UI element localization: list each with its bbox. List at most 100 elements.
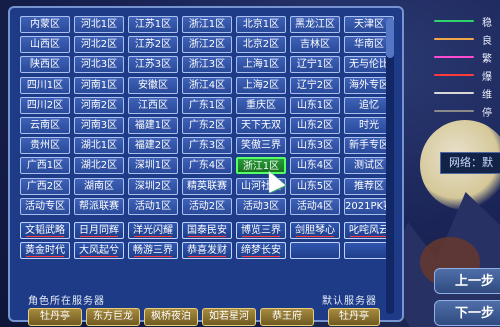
server-button[interactable]: 江苏3区 bbox=[128, 56, 178, 74]
server-button[interactable]: 四川1区 bbox=[20, 76, 70, 94]
server-button[interactable]: 浙江2区 bbox=[182, 36, 232, 54]
default-server-button[interactable]: 牡丹亭 bbox=[328, 308, 380, 326]
server-button[interactable]: 广东2区 bbox=[182, 117, 232, 134]
server-button[interactable]: 文韬武略 bbox=[20, 222, 70, 239]
server-button[interactable]: 广西2区 bbox=[20, 177, 70, 195]
server-button-empty[interactable] bbox=[290, 242, 340, 260]
scrollbar-thumb[interactable] bbox=[386, 18, 394, 58]
server-button[interactable]: 深圳2区 bbox=[128, 177, 178, 195]
recommend-underline bbox=[188, 256, 226, 258]
server-button[interactable]: 天下无双 bbox=[236, 117, 286, 134]
network-label: 网络：默 bbox=[440, 152, 500, 174]
role-server-button[interactable]: 枫桥夜泊 bbox=[144, 308, 198, 326]
server-button[interactable]: 缔梦长安 bbox=[236, 242, 286, 260]
server-button[interactable]: 湖南区 bbox=[74, 177, 124, 195]
server-button[interactable]: 山东2区 bbox=[290, 117, 340, 134]
legend-label: 停 bbox=[482, 108, 492, 119]
server-button[interactable]: 活动2区 bbox=[182, 197, 232, 215]
next-step-button[interactable]: 下一步 bbox=[434, 300, 500, 326]
server-button[interactable]: 活动4区 bbox=[290, 197, 340, 215]
server-button[interactable]: 河南1区 bbox=[74, 76, 124, 94]
server-button[interactable]: 广东3区 bbox=[182, 137, 232, 155]
legend-row: 停 bbox=[428, 104, 500, 119]
server-button[interactable]: 国泰民安 bbox=[182, 222, 232, 239]
server-button[interactable]: 恭喜发财 bbox=[182, 242, 232, 260]
server-button[interactable]: 江苏1区 bbox=[128, 16, 178, 33]
server-button[interactable]: 贵州区 bbox=[20, 137, 70, 155]
server-button[interactable]: 辽宁1区 bbox=[290, 56, 340, 74]
server-button[interactable]: 河南3区 bbox=[74, 117, 124, 134]
server-button[interactable]: 黑龙江区 bbox=[290, 16, 340, 33]
server-button[interactable]: 四川2区 bbox=[20, 96, 70, 114]
server-button[interactable]: 山东1区 bbox=[290, 96, 340, 114]
role-server-button[interactable]: 恭王府 bbox=[260, 308, 314, 326]
server-button[interactable]: 北京2区 bbox=[236, 36, 286, 54]
server-button[interactable]: 福建1区 bbox=[128, 117, 178, 134]
server-button[interactable]: 活动专区 bbox=[20, 197, 70, 215]
legend-label: 良 bbox=[482, 36, 492, 47]
server-button[interactable]: 江苏2区 bbox=[128, 36, 178, 54]
server-button[interactable]: 安徽区 bbox=[128, 76, 178, 94]
recommend-underline bbox=[188, 236, 226, 237]
server-button[interactable]: 笑傲三界 bbox=[236, 137, 286, 155]
server-button[interactable]: 河北1区 bbox=[74, 16, 124, 33]
default-server-caption: 默认服务器 bbox=[322, 296, 377, 307]
legend-line bbox=[434, 74, 474, 76]
previous-step-button[interactable]: 上一步 bbox=[434, 268, 500, 294]
server-button[interactable]: 浙江1区 bbox=[182, 16, 232, 33]
server-button[interactable]: 活动3区 bbox=[236, 197, 286, 215]
legend-line bbox=[434, 92, 474, 94]
server-button[interactable]: 广东4区 bbox=[182, 157, 232, 175]
role-server-button[interactable]: 如若星河 bbox=[202, 308, 256, 326]
server-button[interactable]: 河南2区 bbox=[74, 96, 124, 114]
server-list-scrollbar[interactable] bbox=[386, 18, 394, 314]
server-button[interactable]: 黄金时代 bbox=[20, 242, 70, 260]
server-button[interactable]: 山东5区 bbox=[290, 177, 340, 195]
server-button[interactable]: 北京1区 bbox=[236, 16, 286, 33]
server-button[interactable]: 洋光闪耀 bbox=[128, 222, 178, 239]
server-button[interactable]: 浙江4区 bbox=[182, 76, 232, 94]
server-button[interactable]: 山东3区 bbox=[290, 137, 340, 155]
server-button[interactable]: 福建2区 bbox=[128, 137, 178, 155]
role-server-button[interactable]: 牡丹亭 bbox=[28, 308, 82, 326]
server-button[interactable]: 吉林区 bbox=[290, 36, 340, 54]
server-button[interactable]: 博览三界 bbox=[236, 222, 286, 239]
server-button[interactable]: 重庆区 bbox=[236, 96, 286, 114]
legend-row: 维 bbox=[428, 86, 500, 101]
recommend-underline bbox=[80, 256, 118, 258]
server-button[interactable]: 江西区 bbox=[128, 96, 178, 114]
server-button[interactable]: 广东1区 bbox=[182, 96, 232, 114]
server-button[interactable]: 上海1区 bbox=[236, 56, 286, 74]
server-button[interactable]: 浙江3区 bbox=[182, 56, 232, 74]
server-status-legend: 稳良繁爆维停 bbox=[428, 0, 500, 120]
legend-label: 稳 bbox=[482, 18, 492, 29]
server-button[interactable]: 深圳1区 bbox=[128, 157, 178, 175]
server-button[interactable]: 湖北2区 bbox=[74, 157, 124, 175]
legend-label: 爆 bbox=[482, 72, 492, 83]
server-button[interactable]: 河北3区 bbox=[74, 56, 124, 74]
server-button[interactable]: 山西区 bbox=[20, 36, 70, 54]
server-button[interactable]: 精英联赛 bbox=[182, 177, 232, 195]
server-button[interactable]: 内蒙区 bbox=[20, 16, 70, 33]
server-button[interactable]: 畅游三界 bbox=[128, 242, 178, 260]
server-button[interactable]: 湖北1区 bbox=[74, 137, 124, 155]
server-button[interactable]: 剑胆琴心 bbox=[290, 222, 340, 239]
server-button[interactable]: 日月同辉 bbox=[74, 222, 124, 239]
server-button[interactable]: 陕西区 bbox=[20, 56, 70, 74]
legend-line bbox=[434, 110, 474, 112]
server-button[interactable]: 大风起兮 bbox=[74, 242, 124, 260]
server-button[interactable]: 辽宁2区 bbox=[290, 76, 340, 94]
server-button[interactable]: 山东4区 bbox=[290, 157, 340, 175]
server-button[interactable]: 活动1区 bbox=[128, 197, 178, 215]
recommend-underline bbox=[296, 236, 334, 237]
server-button[interactable]: 河北2区 bbox=[74, 36, 124, 54]
legend-line bbox=[434, 38, 474, 40]
server-button[interactable]: 广西1区 bbox=[20, 157, 70, 175]
server-button[interactable]: 帮派联赛 bbox=[74, 197, 124, 215]
role-server-button[interactable]: 东方巨龙 bbox=[86, 308, 140, 326]
legend-label: 维 bbox=[482, 90, 492, 101]
legend-row: 良 bbox=[428, 32, 500, 47]
server-button[interactable]: 云南区 bbox=[20, 117, 70, 134]
role-server-caption: 角色所在服务器 bbox=[28, 296, 105, 307]
server-button[interactable]: 上海2区 bbox=[236, 76, 286, 94]
